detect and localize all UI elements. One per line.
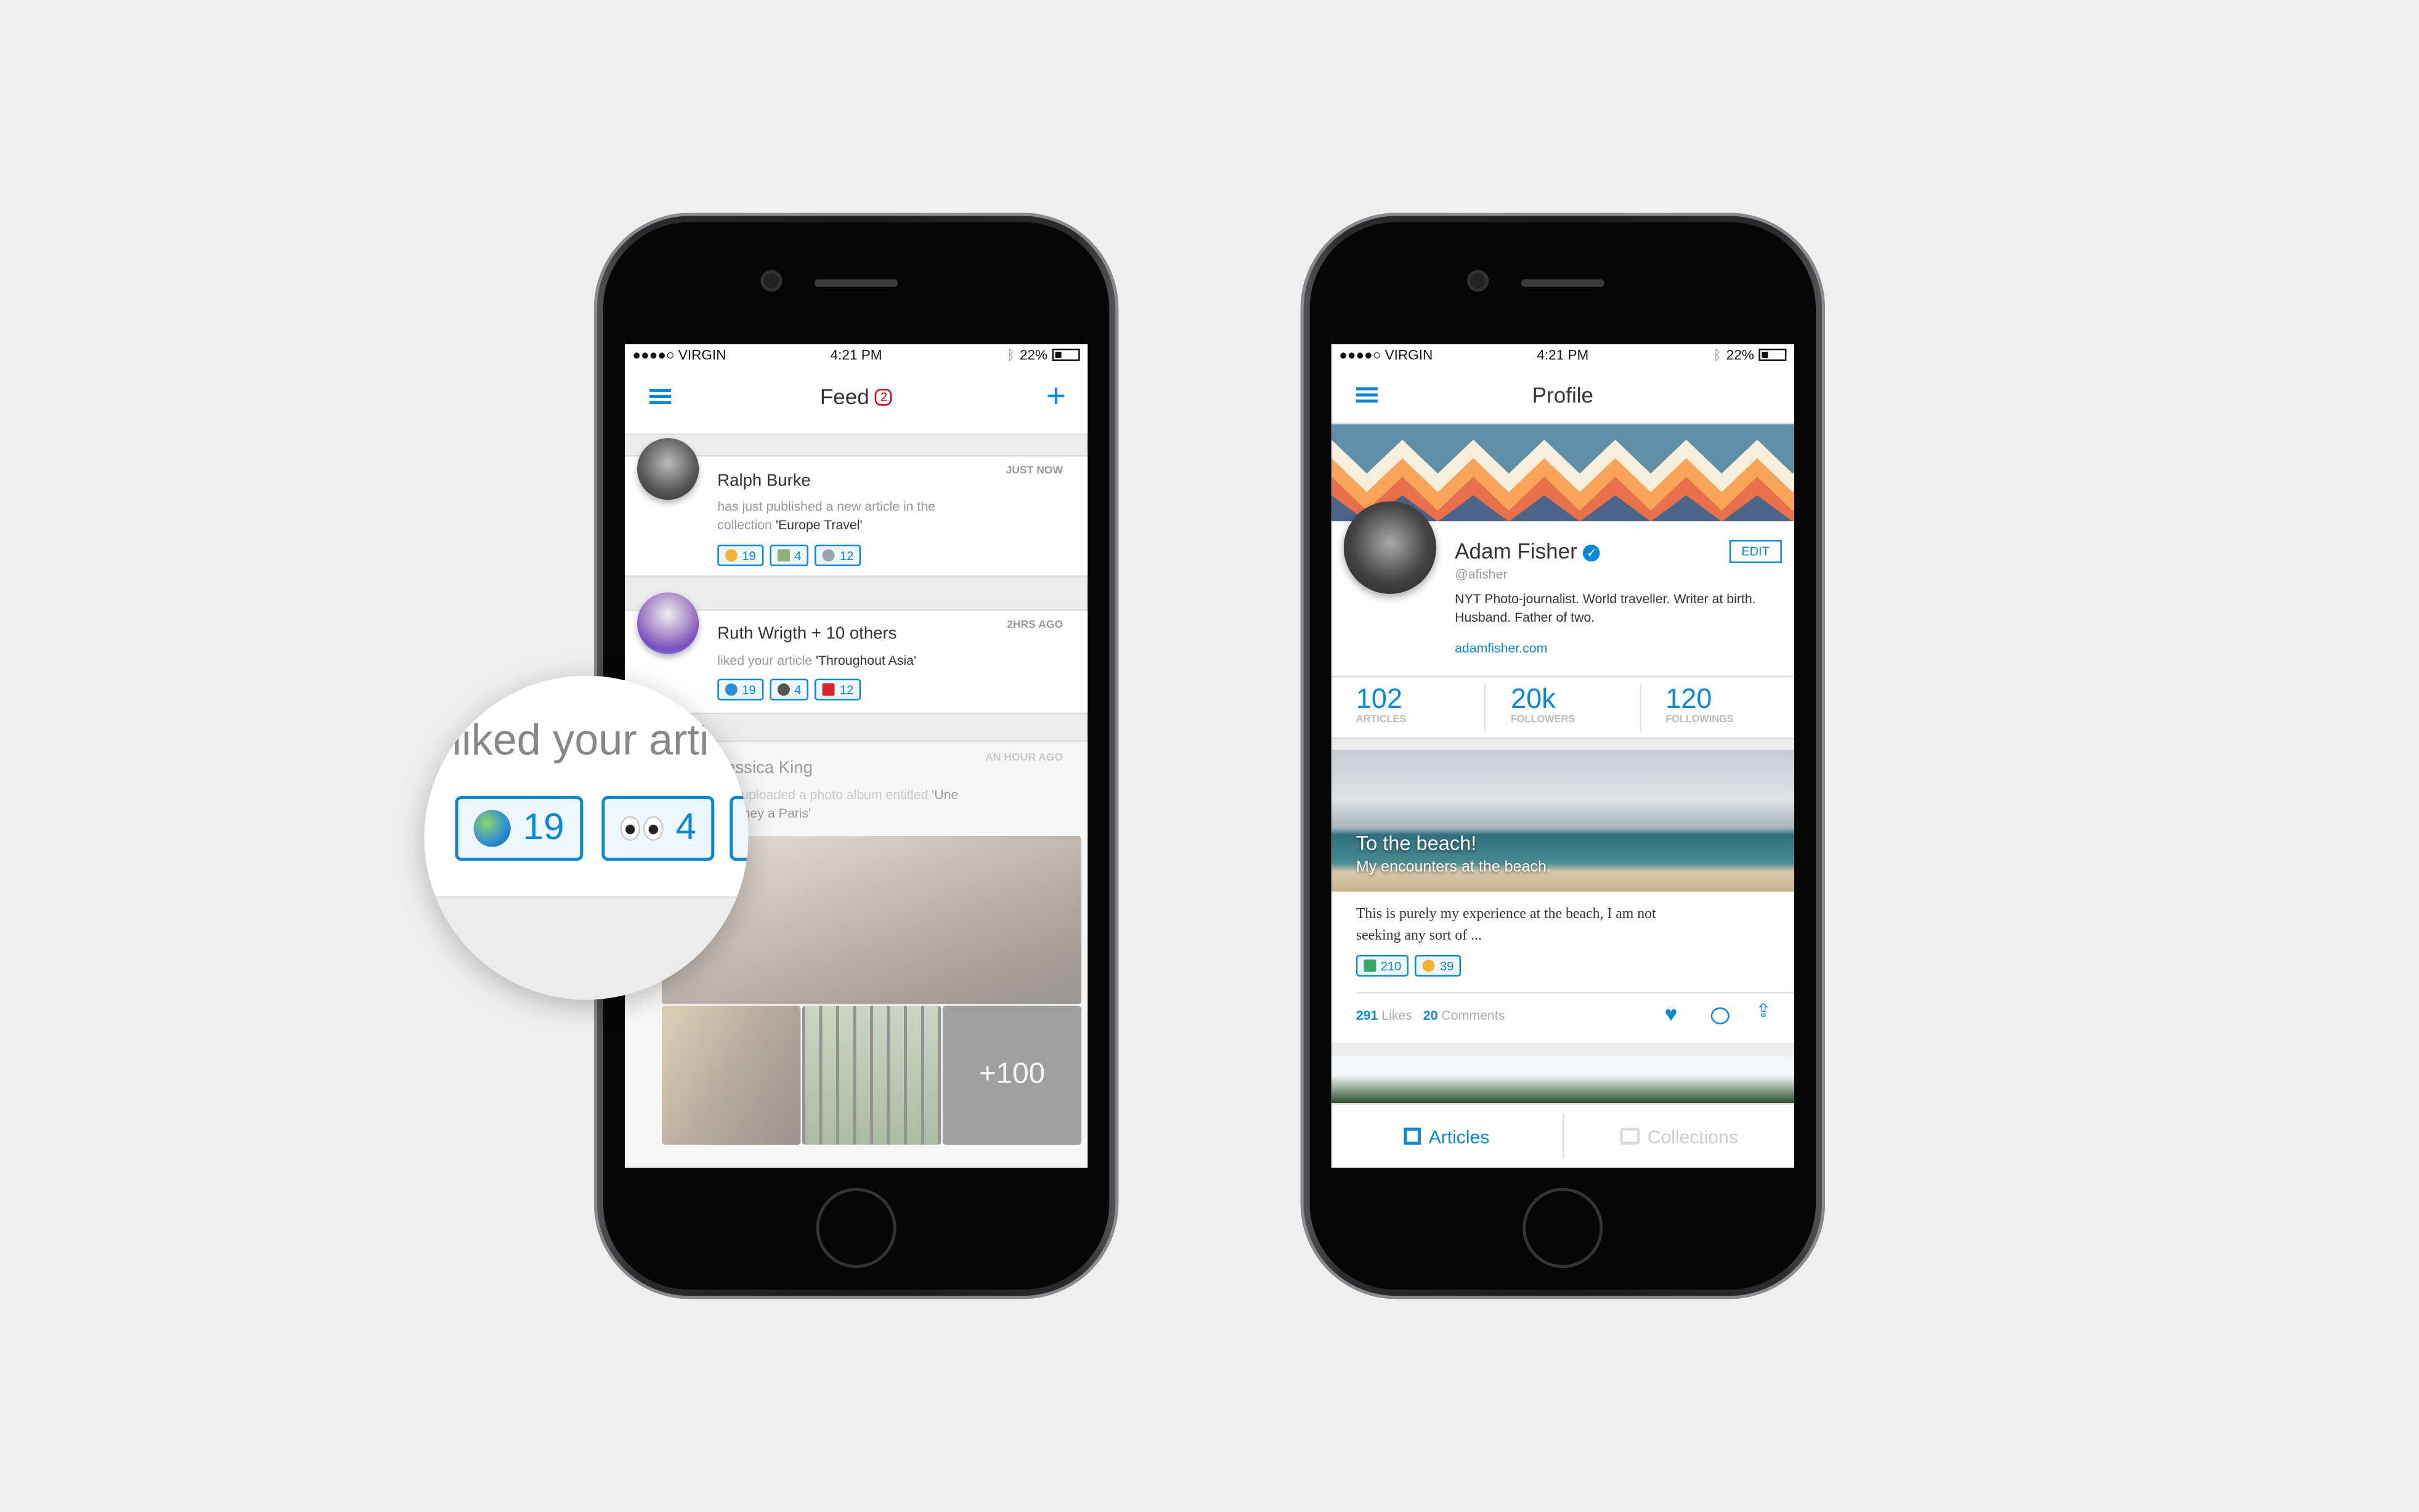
more-photos-button[interactable]: +100: [942, 1006, 1082, 1145]
speaker: [815, 279, 898, 287]
next-article-image[interactable]: [1331, 1057, 1794, 1104]
reaction-money[interactable]: 4: [770, 544, 809, 566]
article-engagement: 291 Likes 20 Comments: [1356, 1007, 1505, 1023]
magnifier-callout: liked your arti 19 4: [424, 675, 749, 1000]
feed-item[interactable]: Ruth Wrigth + 10 others 2HRS AGO liked y…: [625, 592, 1088, 715]
feed-item-desc: liked your article 'Throughout Asia': [717, 652, 917, 669]
feed-item-name[interactable]: Ralph Burke: [717, 472, 811, 490]
reaction-surfer[interactable]: 210: [1356, 954, 1409, 977]
nav-bar: Profile: [1331, 367, 1794, 425]
collections-icon: [1619, 1128, 1640, 1145]
globe-icon: [473, 810, 511, 847]
article-card[interactable]: To the beach! My encounters at the beach…: [1331, 749, 1794, 1043]
reaction-ok-hand[interactable]: 19: [717, 544, 764, 566]
album-photo-hall[interactable]: [662, 1006, 801, 1145]
reactions: 19 4 12: [717, 678, 861, 701]
feed-item[interactable]: Ralph Burke JUST NOW has just published …: [625, 438, 1088, 577]
likes-count: 291: [1356, 1007, 1378, 1023]
home-button[interactable]: [1523, 1187, 1603, 1269]
status-bar: ●●●●○ VIRGIN 4:21 PM ᛒ 22%: [625, 344, 1088, 367]
airplane-icon: [823, 549, 835, 562]
stat-articles[interactable]: 102 ARTICLES: [1331, 683, 1486, 731]
comment-icon[interactable]: [1710, 1007, 1730, 1025]
reactions: 210 39: [1356, 954, 1462, 977]
avatar[interactable]: [637, 438, 699, 500]
feed-item-time: AN HOUR AGO: [985, 752, 1063, 764]
eyes-icon: [777, 683, 790, 696]
article-title: To the beach!: [1356, 831, 1477, 855]
camera: [763, 273, 779, 289]
article-cover-image[interactable]: To the beach! My encounters at the beach…: [1331, 749, 1794, 892]
nav-bar: Feed 2 +: [625, 367, 1088, 436]
reaction-thumbs-down[interactable]: 39: [1415, 954, 1462, 977]
money-icon: [777, 549, 790, 562]
surfer-icon: [1364, 959, 1376, 972]
camera: [1470, 273, 1486, 289]
bluetooth-icon: ᛒ: [1006, 347, 1015, 363]
magnified-reaction-partial: [730, 795, 749, 861]
globe-icon: [725, 683, 738, 696]
magnified-text: liked your arti: [452, 715, 709, 764]
heart-icon[interactable]: ♥: [1665, 1001, 1678, 1026]
avatar-stack[interactable]: [637, 592, 699, 654]
notification-badge[interactable]: 2: [875, 388, 893, 406]
magnified-reaction-eyes: 4: [601, 795, 715, 861]
feed-item-desc: has just published a new article in the …: [717, 498, 936, 532]
comments-count: 20: [1423, 1007, 1438, 1023]
reaction-flag[interactable]: 12: [815, 678, 861, 701]
reaction-globe[interactable]: 19: [717, 678, 764, 701]
profile-tab-bar: Articles Collections: [1331, 1103, 1794, 1168]
profile-avatar[interactable]: [1343, 501, 1437, 594]
verified-badge-icon: ✓: [1583, 544, 1601, 562]
battery-icon: [1758, 348, 1787, 361]
reaction-airplane[interactable]: 12: [815, 544, 861, 566]
profile-screen: ●●●●○ VIRGIN 4:21 PM ᛒ 22% Profile Adam F…: [1331, 344, 1794, 1168]
feed-item-desc: just uploaded a photo album entitled 'Un…: [717, 786, 959, 821]
feed-item-time: JUST NOW: [1006, 466, 1063, 477]
tab-articles[interactable]: Articles: [1331, 1113, 1564, 1159]
battery-percent: 22%: [1019, 347, 1048, 363]
speaker: [1521, 279, 1604, 287]
stat-followings[interactable]: 120 FOLLOWINGS: [1641, 683, 1794, 731]
stat-followers[interactable]: 20k FOLLOWERS: [1486, 683, 1641, 731]
vietnam-flag-icon: [823, 683, 835, 696]
edit-profile-button[interactable]: EDIT: [1729, 540, 1782, 563]
ok-hand-icon: [725, 549, 738, 562]
battery-percent: 22%: [1726, 347, 1754, 363]
page-title: Profile: [1532, 382, 1594, 408]
profile-name: Adam Fisher: [1455, 538, 1577, 563]
feed-item-name[interactable]: Ruth Wrigth + 10 others: [717, 625, 896, 643]
profile-name-row: Adam Fisher ✓: [1455, 538, 1601, 563]
reactions: 19 4 12: [717, 544, 861, 566]
add-icon[interactable]: +: [1046, 379, 1066, 413]
home-button[interactable]: [816, 1187, 896, 1269]
page-title: Feed: [819, 384, 869, 409]
profile-stats: 102 ARTICLES 20k FOLLOWERS 120 FOLLOWINGS: [1331, 675, 1794, 739]
profile-handle: @afisher: [1455, 566, 1508, 582]
article-subtitle: My encounters at the beach.: [1356, 859, 1551, 877]
article-excerpt: This is purely my experience at the beac…: [1356, 907, 1656, 945]
eyes-icon: [620, 816, 664, 841]
bluetooth-icon: ᛒ: [1713, 347, 1722, 363]
profile-website-link[interactable]: adamfisher.com: [1455, 640, 1547, 656]
magnified-reaction-globe: 19: [455, 795, 583, 861]
album-photo-window[interactable]: [802, 1006, 941, 1145]
articles-icon: [1404, 1128, 1421, 1145]
battery-icon: [1052, 348, 1080, 361]
tab-collections[interactable]: Collections: [1564, 1105, 1794, 1168]
thumbs-down-icon: [1423, 959, 1436, 972]
phone-profile: ●●●●○ VIRGIN 4:21 PM ᛒ 22% Profile Adam F…: [1300, 213, 1825, 1299]
feed-item-time: 2HRS AGO: [1007, 620, 1063, 632]
status-bar: ●●●●○ VIRGIN 4:21 PM ᛒ 22%: [1331, 344, 1794, 367]
reaction-eyes[interactable]: 4: [770, 678, 809, 701]
profile-bio: NYT Photo-journalist. World traveller. W…: [1455, 590, 1756, 625]
share-icon[interactable]: ⇪: [1755, 999, 1771, 1021]
